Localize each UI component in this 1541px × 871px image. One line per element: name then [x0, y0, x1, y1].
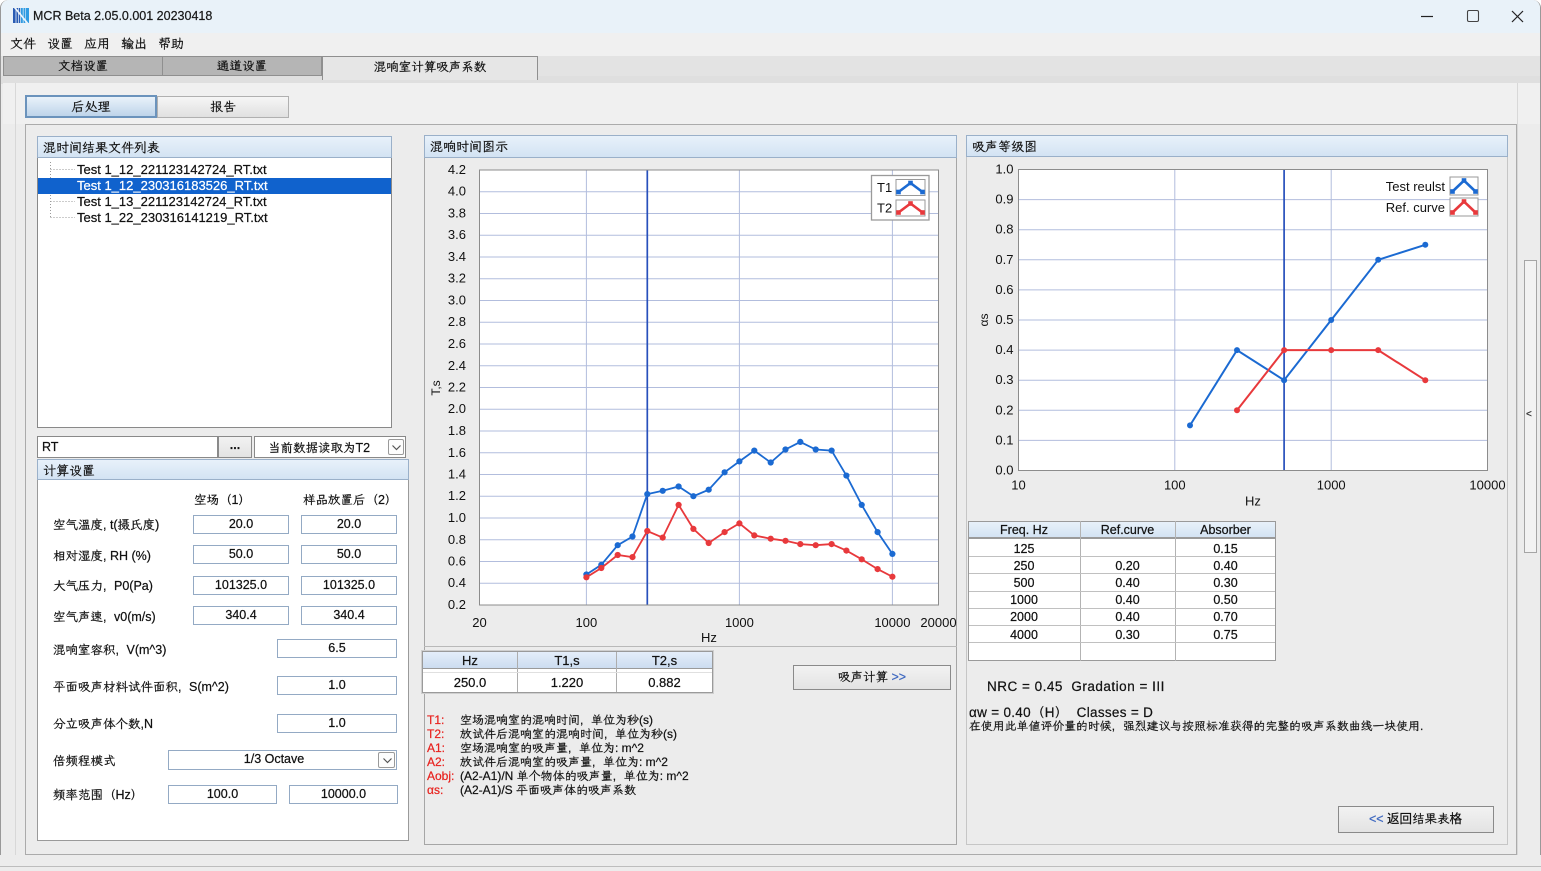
svg-text:αs: αs: [977, 314, 991, 327]
svg-text:0.1: 0.1: [995, 432, 1013, 447]
svg-text:20000: 20000: [920, 615, 956, 630]
svg-text:2.6: 2.6: [448, 336, 466, 351]
svg-text:Test reulst: Test reulst: [1386, 179, 1446, 194]
svg-text:100: 100: [576, 615, 598, 630]
svg-text:0.8: 0.8: [448, 532, 466, 547]
svg-text:0.7: 0.7: [995, 252, 1013, 267]
svg-text:3.4: 3.4: [448, 249, 466, 264]
svg-text:10000: 10000: [874, 615, 910, 630]
svg-text:2.4: 2.4: [448, 358, 466, 373]
svg-text:3.6: 3.6: [448, 227, 466, 242]
svg-text:1000: 1000: [725, 615, 754, 630]
svg-text:0.6: 0.6: [448, 554, 466, 569]
svg-text:0.0: 0.0: [995, 463, 1013, 478]
svg-text:T,s: T,s: [429, 380, 443, 395]
svg-text:3.0: 3.0: [448, 293, 466, 308]
svg-text:0.5: 0.5: [995, 312, 1013, 327]
svg-text:T2: T2: [877, 201, 892, 216]
svg-text:1.8: 1.8: [448, 423, 466, 438]
svg-text:10: 10: [1011, 478, 1025, 493]
svg-text:Ref. curve: Ref. curve: [1386, 200, 1445, 215]
svg-text:0.9: 0.9: [995, 192, 1013, 207]
svg-text:1000: 1000: [1317, 478, 1346, 493]
svg-text:1.0: 1.0: [448, 510, 466, 525]
svg-text:1.6: 1.6: [448, 445, 466, 460]
svg-text:0.4: 0.4: [995, 342, 1013, 357]
svg-text:2.8: 2.8: [448, 314, 466, 329]
svg-text:1.4: 1.4: [448, 467, 466, 482]
svg-text:20: 20: [472, 615, 486, 630]
svg-text:0.2: 0.2: [448, 597, 466, 612]
svg-text:T1: T1: [877, 180, 892, 195]
svg-text:1.0: 1.0: [995, 162, 1013, 177]
svg-text:2.0: 2.0: [448, 401, 466, 416]
svg-text:0.4: 0.4: [448, 575, 466, 590]
svg-text:2.2: 2.2: [448, 380, 466, 395]
svg-text:1.2: 1.2: [448, 488, 466, 503]
svg-text:3.8: 3.8: [448, 206, 466, 221]
svg-text:3.2: 3.2: [448, 271, 466, 286]
svg-text:Hz: Hz: [701, 630, 717, 645]
svg-text:0.3: 0.3: [995, 372, 1013, 387]
svg-text:0.2: 0.2: [995, 402, 1013, 417]
svg-text:0.6: 0.6: [995, 282, 1013, 297]
svg-text:100: 100: [1164, 478, 1186, 493]
svg-text:4.0: 4.0: [448, 184, 466, 199]
svg-text:0.8: 0.8: [995, 222, 1013, 237]
svg-text:Hz: Hz: [1245, 494, 1261, 509]
svg-text:10000: 10000: [1469, 478, 1505, 493]
svg-text:4.2: 4.2: [448, 162, 466, 177]
